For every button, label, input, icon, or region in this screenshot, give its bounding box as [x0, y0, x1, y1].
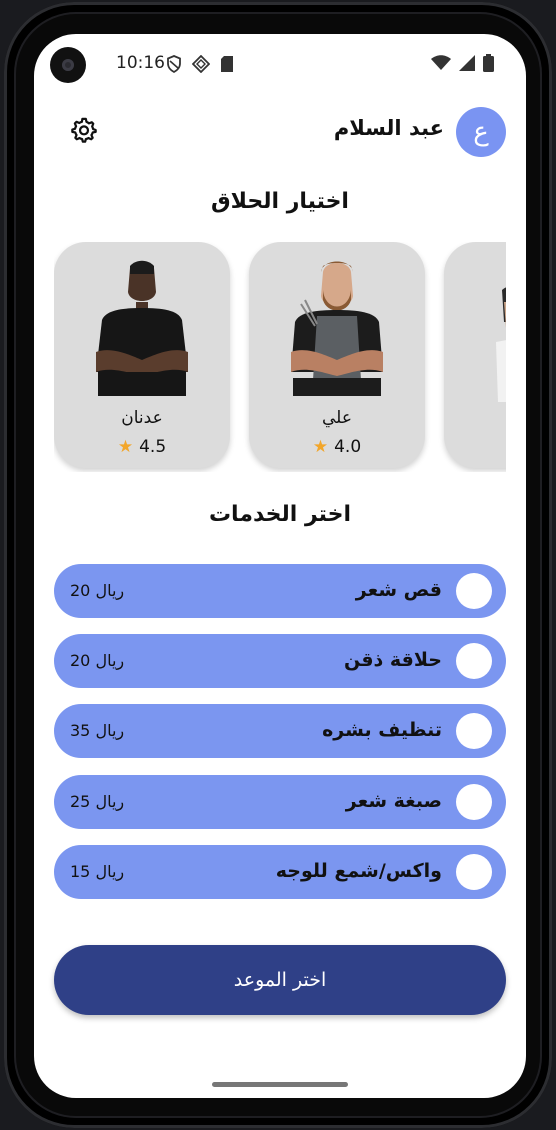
status-bar: 10:16 — [34, 34, 526, 94]
rating-value: 4.0 — [334, 437, 362, 457]
barber-rating: ★ 4.0 — [249, 437, 425, 457]
service-name: حلاقة ذقن — [344, 649, 442, 671]
star-icon: ★ — [312, 437, 329, 457]
radio-circle-icon[interactable] — [456, 854, 492, 890]
barber-card-partial[interactable] — [444, 242, 506, 468]
services-section-title: اختر الخدمات — [208, 502, 352, 527]
service-option[interactable]: واكس/شمع للوجه ريال 15 — [54, 845, 506, 899]
radio-circle-icon[interactable] — [456, 713, 492, 749]
service-name: صبغة شعر — [345, 790, 442, 812]
status-time: 10:16 — [116, 53, 165, 73]
service-option[interactable]: قص شعر ريال 20 — [54, 564, 506, 618]
service-name: قص شعر — [355, 579, 442, 601]
barber-photo — [291, 261, 383, 396]
barber-name: عدنان — [121, 408, 163, 428]
barber-photo — [496, 287, 506, 402]
service-option[interactable]: تنظيف بشره ريال 35 — [54, 704, 506, 758]
shield-icon — [167, 55, 181, 73]
service-name: واكس/شمع للوجه — [275, 860, 442, 882]
app-screen: 10:16 عبد السلام ع اختيار الحلاق عدنان ★… — [34, 34, 526, 1098]
signal-icon — [459, 55, 475, 71]
barber-name: علي — [322, 408, 352, 428]
service-price: ريال 15 — [70, 862, 125, 881]
barber-photo — [96, 260, 188, 396]
sd-card-icon — [221, 56, 233, 72]
status-icons-right — [431, 54, 494, 72]
rating-value: 4.5 — [139, 437, 167, 457]
service-option[interactable]: حلاقة ذقن ريال 20 — [54, 634, 506, 688]
service-price: ريال 20 — [70, 581, 125, 600]
wifi-icon — [431, 55, 451, 70]
status-icons-left — [166, 55, 234, 73]
radio-circle-icon[interactable] — [456, 784, 492, 820]
barber-card-ali[interactable]: علي ★ 4.0 — [249, 242, 425, 468]
service-name: تنظيف بشره — [322, 719, 442, 741]
service-option[interactable]: صبغة شعر ريال 25 — [54, 775, 506, 829]
diamond-icon — [192, 55, 210, 73]
front-camera — [50, 47, 86, 83]
barber-section-title: اختيار الحلاق — [211, 189, 349, 214]
barber-rating: ★ 4.5 — [54, 437, 230, 457]
battery-icon — [483, 54, 494, 72]
service-price: ريال 35 — [70, 721, 125, 740]
radio-circle-icon[interactable] — [456, 573, 492, 609]
home-indicator[interactable] — [212, 1082, 348, 1087]
service-price: ريال 20 — [70, 651, 125, 670]
service-price: ريال 25 — [70, 792, 125, 811]
choose-appointment-button[interactable]: اختر الموعد — [54, 945, 506, 1015]
avatar[interactable]: ع — [456, 107, 506, 157]
star-icon: ★ — [117, 437, 134, 457]
radio-circle-icon[interactable] — [456, 643, 492, 679]
barber-carousel[interactable]: عدنان ★ 4.5 علي ★ 4.0 — [54, 242, 506, 472]
barber-card-adnan[interactable]: عدنان ★ 4.5 — [54, 242, 230, 468]
settings-gear-icon[interactable] — [70, 116, 98, 144]
user-name: عبد السلام — [333, 116, 444, 140]
